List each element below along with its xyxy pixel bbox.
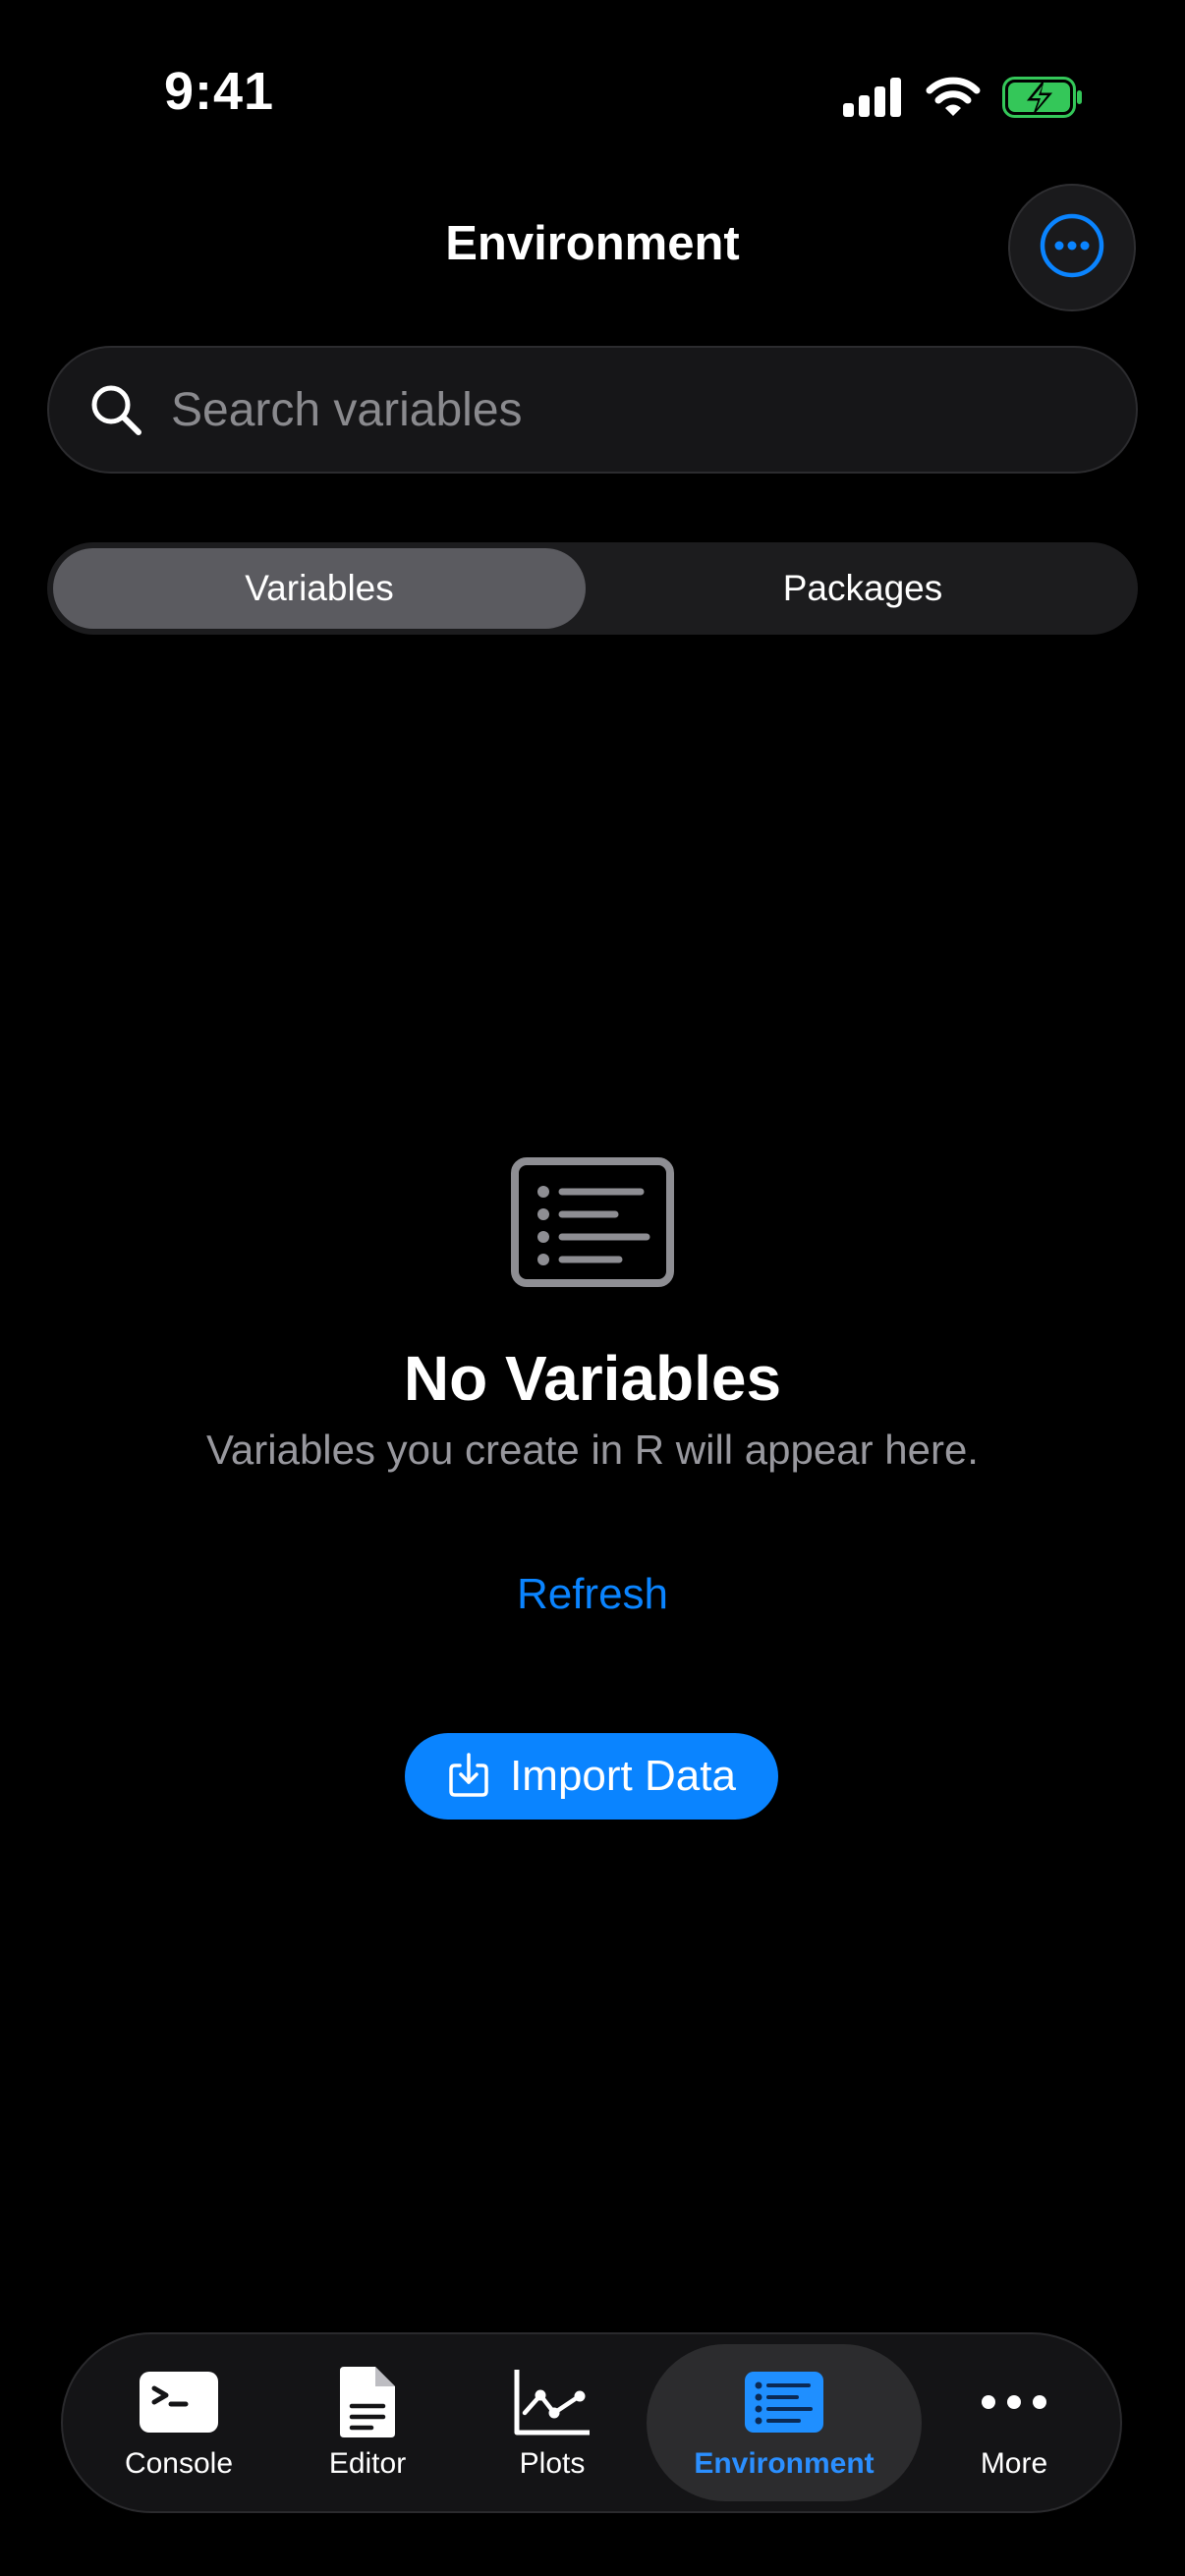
tab-console-label: Console (124, 2447, 234, 2480)
status-bar: 9:41 (0, 0, 1185, 187)
tab-editor[interactable]: Editor (285, 2344, 450, 2501)
status-icons (843, 77, 1083, 123)
tab-environment-label: Environment (694, 2447, 875, 2480)
tab-more-label: More (980, 2447, 1048, 2480)
tab-more[interactable]: More (928, 2344, 1100, 2501)
segment-variables[interactable]: Variables (53, 548, 586, 629)
magnifying-glass-icon (86, 380, 145, 439)
tab-plots[interactable]: Plots (466, 2344, 639, 2501)
download-arrow-icon (447, 1752, 490, 1802)
list-icon (743, 2365, 825, 2439)
search-input[interactable] (169, 369, 1077, 450)
tab-console[interactable]: Console (77, 2344, 281, 2501)
tab-environment[interactable]: Environment (647, 2344, 922, 2501)
import-data-button[interactable]: Import Data (405, 1733, 778, 1820)
document-icon (326, 2365, 409, 2439)
tab-bar: Console Editor Plots Environment More (61, 2332, 1122, 2513)
wifi-icon (926, 77, 981, 123)
line-chart-icon (511, 2365, 593, 2439)
import-data-label: Import Data (510, 1752, 736, 1800)
battery-charging-icon (1002, 77, 1083, 123)
empty-state-title: No Variables (403, 1343, 782, 1414)
terminal-icon (138, 2365, 220, 2439)
status-time: 9:41 (164, 62, 275, 121)
more-options-button[interactable] (1008, 184, 1136, 311)
variables-packages-segmented-control: Variables Packages (47, 542, 1138, 635)
tab-editor-label: Editor (328, 2447, 407, 2480)
ellipsis-icon (973, 2365, 1055, 2439)
search-bar[interactable] (47, 346, 1138, 474)
tab-plots-label: Plots (519, 2447, 586, 2480)
list-bullet-rectangle-icon (511, 1157, 674, 1287)
ellipsis-circle-icon (1040, 213, 1104, 283)
refresh-button[interactable]: Refresh (445, 1570, 740, 1619)
cellular-signal-icon (843, 78, 904, 122)
empty-state-subtitle: Variables you create in R will appear he… (206, 1427, 979, 1473)
segment-packages[interactable]: Packages (593, 548, 1132, 629)
